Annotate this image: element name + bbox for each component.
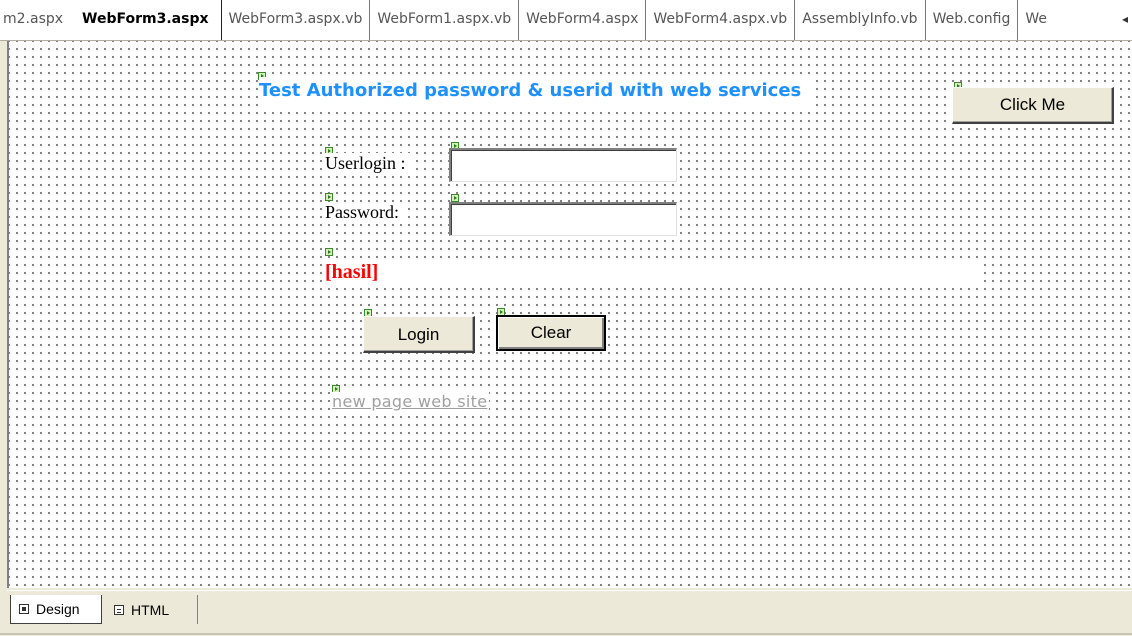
tab-html[interactable]: HTML [106,595,198,624]
tab-m2-aspx[interactable]: m2.aspx [0,0,70,40]
userlogin-label: Userlogin : [325,153,412,174]
view-tab-bar: Design HTML [7,590,1132,636]
html-view-icon [114,604,124,615]
password-input[interactable] [449,202,677,236]
scroll-right-icon[interactable]: ◂ [1118,10,1132,28]
clear-button[interactable]: Clear [496,315,606,351]
document-tab-strip: m2.aspx WebForm3.aspx WebForm3.aspx.vb W… [0,0,1132,41]
design-surface[interactable]: Test Authorized password & userid with w… [7,41,1132,588]
server-control-icon [325,193,333,201]
password-label: Password: [325,202,406,223]
server-control-icon [451,194,459,202]
page-title: Test Authorized password & userid with w… [259,77,816,109]
design-view-icon [19,604,29,614]
left-frame-edge [0,41,7,590]
tab-webform3-aspx[interactable]: WebForm3.aspx [70,0,222,40]
tab-webform1-aspx-vb[interactable]: WebForm1.aspx.vb [370,0,520,40]
tab-web-config[interactable]: Web.config [926,0,1019,40]
server-control-icon [325,248,333,256]
result-label: [hasil] [325,258,980,286]
userlogin-input[interactable] [449,148,677,182]
tab-webform4-aspx-vb[interactable]: WebForm4.aspx.vb [646,0,796,40]
tab-overflow[interactable]: We [1018,0,1054,40]
click-me-button[interactable]: Click Me [952,87,1114,124]
html-tab-label: HTML [131,601,170,618]
new-page-link[interactable]: new page web site [332,392,490,411]
tab-assemblyinfo-vb[interactable]: AssemblyInfo.vb [795,0,926,40]
design-tab-label: Design [36,601,80,617]
tab-webform3-aspx-vb[interactable]: WebForm3.aspx.vb [222,0,371,40]
tab-design[interactable]: Design [10,595,102,624]
login-button[interactable]: Login [363,316,475,353]
tab-webform4-aspx[interactable]: WebForm4.aspx [519,0,647,40]
